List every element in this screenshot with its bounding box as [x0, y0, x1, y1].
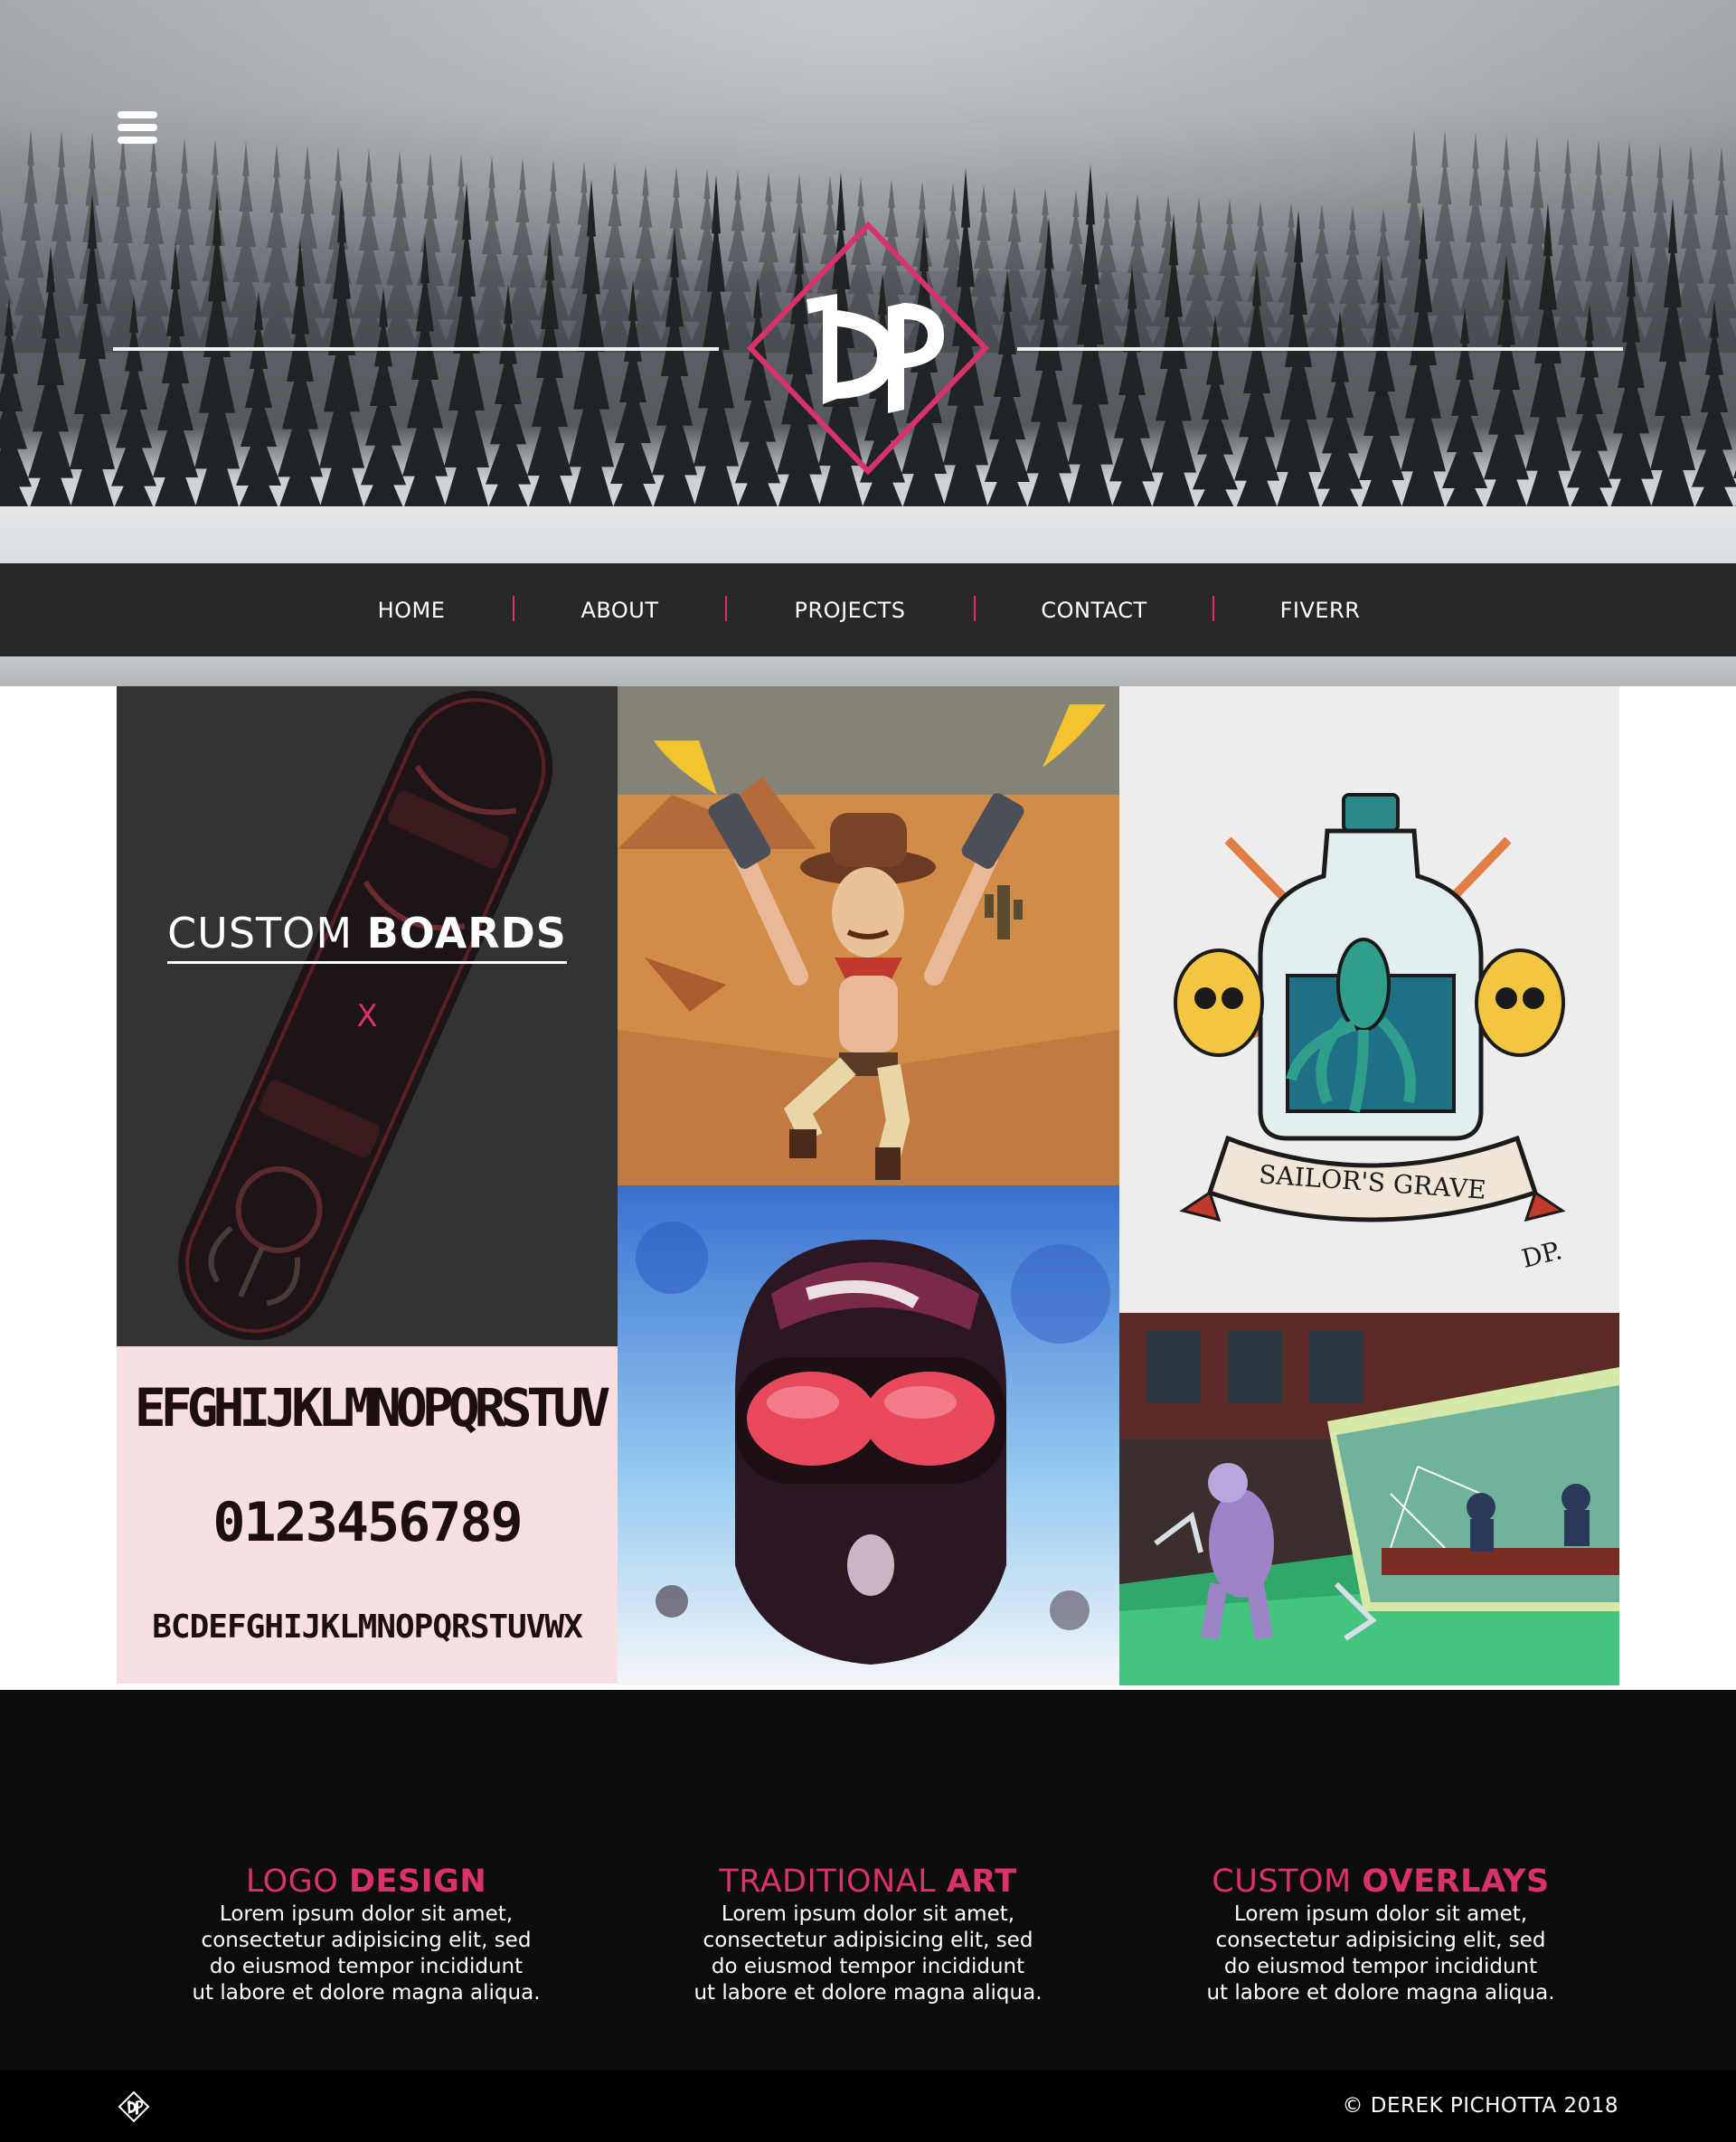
service-description: Lorem ipsum dolor sit amet, consectetur … — [158, 1901, 574, 2006]
hero-divider-left — [113, 347, 719, 351]
hamburger-menu-icon[interactable] — [118, 111, 157, 144]
service-description-line: do eiusmod tempor incididunt — [1223, 1955, 1538, 1978]
service-title-bold: OVERLAYS — [1362, 1864, 1550, 1900]
custom-boards-title-bold: BOARDS — [366, 908, 567, 958]
main-navigation: HOME ABOUT PROJECTS CONTACT FIVERR — [0, 563, 1736, 656]
service-description-line: ut labore et dolore magna aliqua. — [192, 1981, 541, 2005]
footer: © DEREK PICHOTTA 2018 — [0, 2071, 1736, 2142]
nighthawks-bear-image — [1119, 1313, 1619, 1685]
font-sample-letters-lower: BCDEFGHIJKLMNOPQRSTUVWX — [152, 1609, 583, 1646]
gallery-tile-font-sample[interactable]: EFGHIJKLMNOPQRSTUV 0123456789 BCDEFGHIJK… — [117, 1346, 618, 1684]
close-icon[interactable]: X — [356, 998, 377, 1034]
service-description-line: Lorem ipsum dolor sit amet, — [1233, 1902, 1528, 1926]
nav-item-contact[interactable]: CONTACT — [1031, 596, 1157, 625]
nav-item-projects[interactable]: PROJECTS — [782, 596, 918, 625]
dp-diamond-logo-icon[interactable] — [118, 2090, 150, 2123]
service-title-bold: ART — [946, 1864, 1017, 1900]
service-description-line: ut labore et dolore magna aliqua. — [1206, 1981, 1555, 2005]
service-title-thin: LOGO — [245, 1864, 339, 1900]
service-description-line: Lorem ipsum dolor sit amet, — [219, 1902, 514, 1926]
font-sample-letters-upper: EFGHIJKLMNOPQRSTUV — [134, 1377, 611, 1439]
service-title: TRADITIONAL ART — [660, 1864, 1076, 1900]
service-description: Lorem ipsum dolor sit amet, consectetur … — [1173, 1901, 1589, 2006]
nav-separator — [513, 596, 514, 621]
gallery-tile-custom-boards[interactable]: CUSTOM BOARDS X — [117, 686, 618, 1346]
gallery-tile-sailors-grave-tattoo[interactable]: SAILOR'S GRAVE DP. — [1119, 686, 1619, 1313]
nav-item-home[interactable]: HOME — [362, 596, 461, 625]
custom-boards-overlay: CUSTOM BOARDS X — [117, 686, 618, 1346]
nav-separator — [1212, 596, 1214, 621]
nav-item-about[interactable]: ABOUT — [568, 596, 672, 625]
service-description-line: do eiusmod tempor incididunt — [711, 1955, 1025, 1978]
services-section: LOGO DESIGN Lorem ipsum dolor sit amet, … — [0, 1690, 1736, 2071]
gallery-tile-nighthawks-bear[interactable] — [1119, 1313, 1619, 1685]
service-description-line: ut labore et dolore magna aliqua. — [693, 1981, 1043, 2005]
copyright-text: © DEREK PICHOTTA 2018 — [1342, 2094, 1618, 2118]
service-title: CUSTOM OVERLAYS — [1173, 1864, 1589, 1900]
service-title-bold: DESIGN — [348, 1864, 487, 1900]
service-description-line: consectetur adipisicing elit, sed — [703, 1929, 1033, 1952]
gallery-tile-skier-illustration[interactable] — [618, 1185, 1119, 1685]
dp-logo-icon — [746, 221, 990, 476]
nav-separator — [974, 596, 976, 621]
nav-separator — [725, 596, 727, 621]
service-description-line: do eiusmod tempor incididunt — [209, 1955, 524, 1978]
service-description-line: Lorem ipsum dolor sit amet, — [721, 1902, 1015, 1926]
nav-item-fiverr[interactable]: FIVERR — [1269, 596, 1371, 625]
service-traditional-art: TRADITIONAL ART Lorem ipsum dolor sit am… — [660, 1864, 1076, 2006]
hero-divider-right — [1017, 347, 1623, 351]
dp-diamond-logo[interactable] — [743, 220, 993, 477]
service-custom-overlays: CUSTOM OVERLAYS Lorem ipsum dolor sit am… — [1173, 1864, 1589, 2006]
service-description-line: consectetur adipisicing elit, sed — [201, 1929, 532, 1952]
service-logo-design: LOGO DESIGN Lorem ipsum dolor sit amet, … — [158, 1864, 574, 2006]
hero-bottom-strip — [0, 655, 1736, 686]
font-sample-digits: 0123456789 — [212, 1491, 523, 1554]
custom-boards-title[interactable]: CUSTOM BOARDS — [167, 909, 567, 964]
service-title-thin: TRADITIONAL — [719, 1864, 937, 1900]
custom-boards-title-thin: CUSTOM — [167, 908, 354, 958]
service-description: Lorem ipsum dolor sit amet, consectetur … — [660, 1901, 1076, 2006]
sailors-grave-tattoo-image — [1174, 793, 1566, 1222]
service-title: LOGO DESIGN — [158, 1864, 574, 1900]
cowboy-illustration-image — [618, 686, 1119, 1185]
service-description-line: consectetur adipisicing elit, sed — [1215, 1929, 1546, 1952]
skier-balaclava-image — [618, 1185, 1119, 1685]
gallery-tile-cowboy-illustration[interactable] — [618, 686, 1119, 1185]
service-title-thin: CUSTOM — [1212, 1864, 1352, 1900]
